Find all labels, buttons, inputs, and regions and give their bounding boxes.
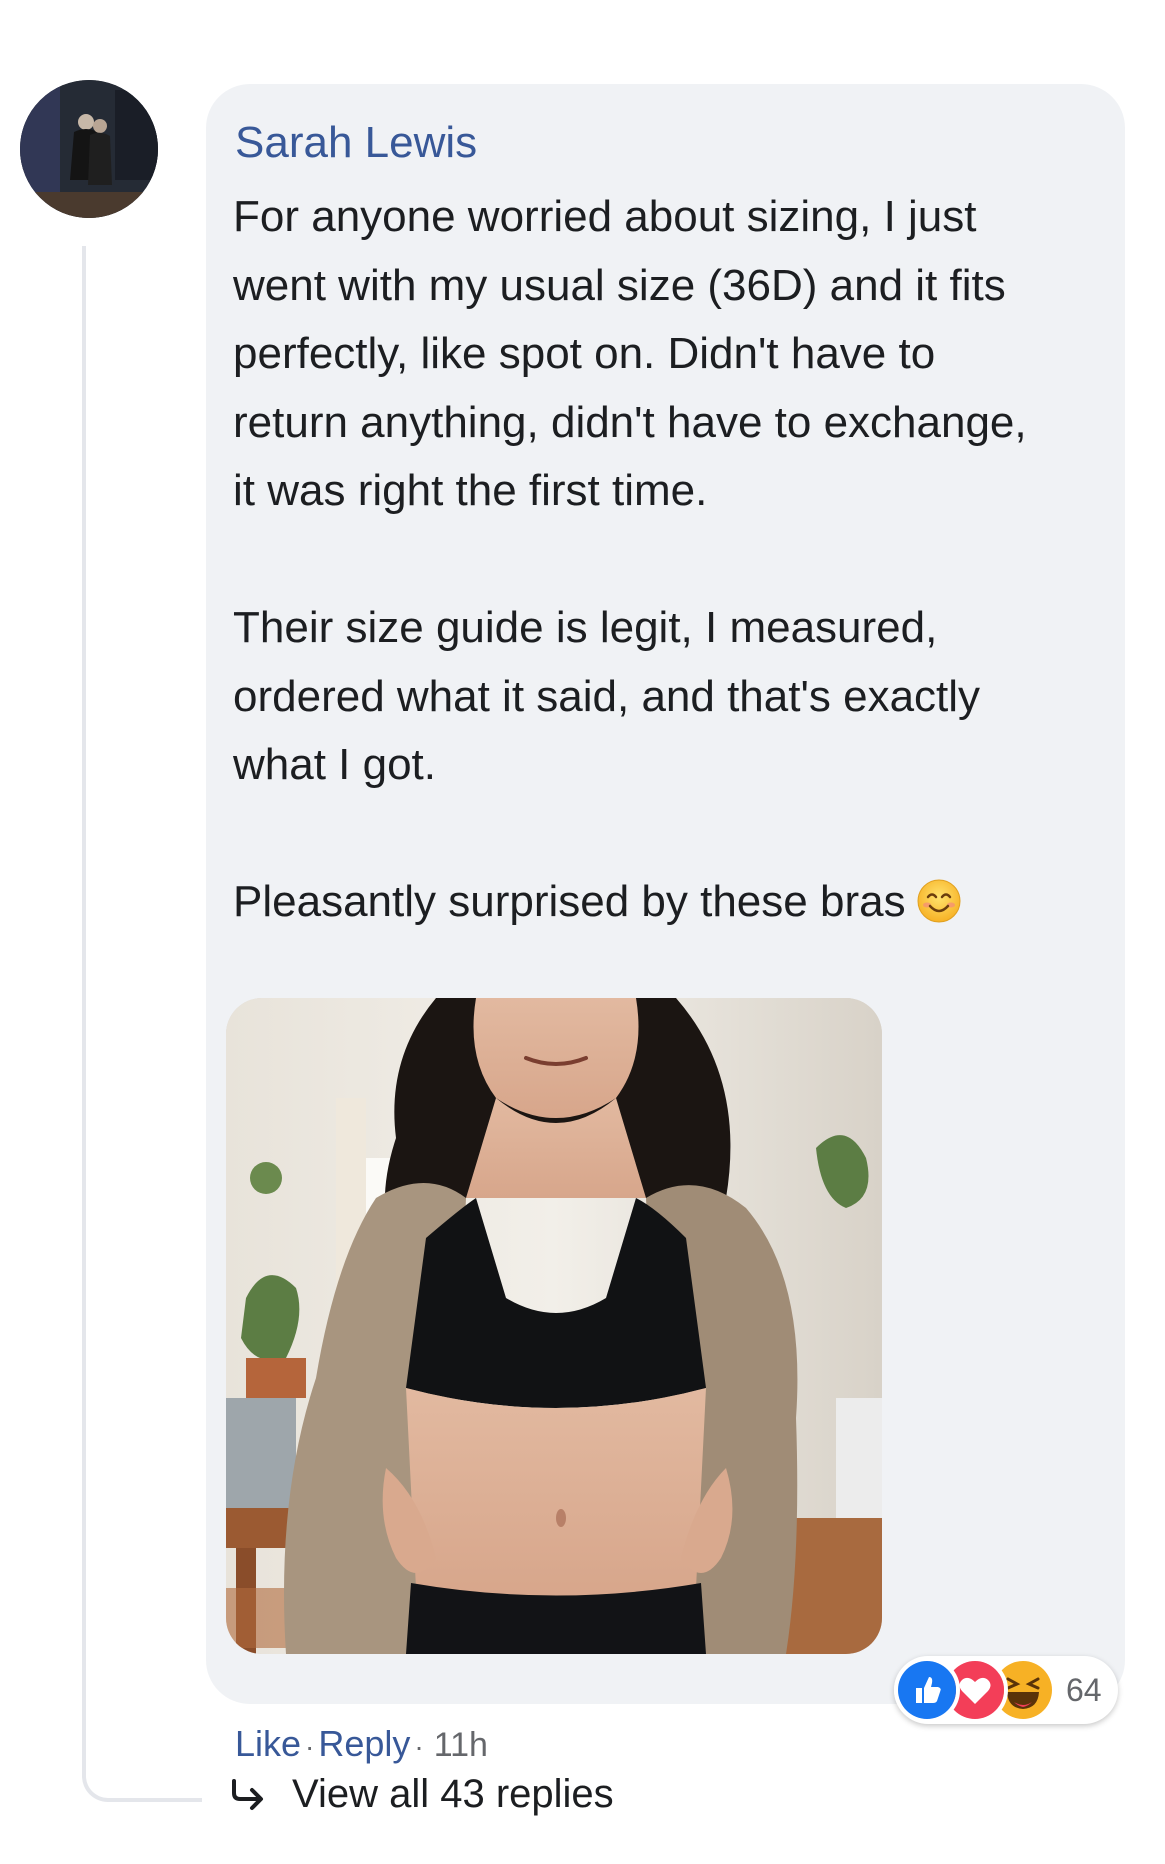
reply-arrow-icon <box>232 1778 263 1810</box>
reaction-count: 64 <box>1066 1671 1102 1708</box>
comment-actions: Like · Reply · 11h <box>235 1720 488 1771</box>
photo-image <box>226 998 882 1654</box>
reply-link[interactable]: Reply <box>318 1723 410 1764</box>
comment-paragraph-1: For anyone worried about sizing, I just … <box>233 192 1027 515</box>
comment-text: For anyone worried about sizing, I just … <box>233 183 1113 937</box>
action-separator: · <box>305 1731 315 1762</box>
comment-paragraph-2: Their size guide is legit, I measured, o… <box>233 603 981 789</box>
like-link[interactable]: Like <box>235 1723 301 1764</box>
reactions-summary[interactable]: 64 <box>894 1656 1118 1724</box>
view-replies-label: View all 43 replies <box>292 1772 614 1816</box>
photo-attachment[interactable] <box>226 998 882 1654</box>
avatar-photo <box>20 80 158 218</box>
action-separator: · <box>414 1731 424 1762</box>
comment-author-name[interactable]: Sarah Lewis <box>235 116 477 170</box>
comment-paragraph-3-text: Pleasantly surprised by these bras <box>233 877 906 926</box>
thread-connector-line <box>82 246 202 1802</box>
comment-paragraph-3: Pleasantly surprised by these bras <box>233 868 1113 937</box>
comment-timestamp[interactable]: 11h <box>428 1726 488 1764</box>
like-icon <box>894 1657 960 1723</box>
view-replies-link[interactable]: View all 43 replies <box>228 1772 614 1817</box>
smiling-face-icon <box>916 876 962 923</box>
avatar[interactable] <box>20 80 158 218</box>
